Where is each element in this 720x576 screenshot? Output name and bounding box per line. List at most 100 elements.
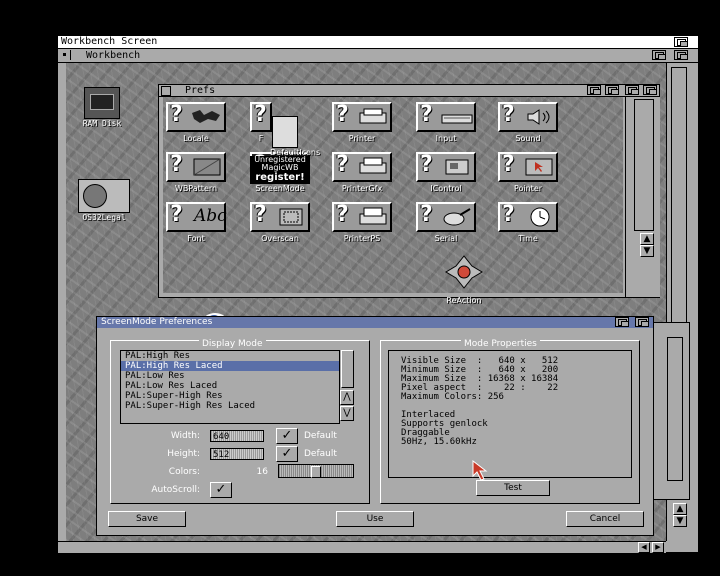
icon-label: IControl <box>430 184 462 193</box>
list-item[interactable]: PAL:Low Res <box>121 371 339 381</box>
workbench-hscroll[interactable]: ◀ ▶ <box>58 541 666 553</box>
list-item[interactable]: PAL:Super-High Res Laced <box>121 401 339 411</box>
screenmode-title-bar[interactable]: ScreenMode Preferences <box>97 317 653 328</box>
icon-label: Pointer <box>513 184 543 193</box>
prefs-icon-font[interactable]: ? Abc Font <box>164 202 228 243</box>
prefs-title: Prefs <box>185 85 216 96</box>
depth-gadget[interactable] <box>635 317 649 327</box>
zoom-gadget[interactable] <box>615 317 629 327</box>
workbench-depth-gadget[interactable] <box>674 50 688 60</box>
prefs-icon-overscan[interactable]: ? Overscan <box>248 202 312 243</box>
window-title: ScreenMode Preferences <box>101 317 213 327</box>
height-field[interactable]: 512 <box>210 448 264 460</box>
mode-properties-box: Visible Size : 640 x 512 Minimum Size : … <box>388 350 632 478</box>
icon-label: PrinterGfx <box>341 184 383 193</box>
icon-label: WBPattern <box>174 184 218 193</box>
icon-label: PrinterPS <box>343 234 381 243</box>
prefs-icon-printer[interactable]: ? Printer <box>330 102 394 143</box>
prefs-icon-pointer[interactable]: ? Pointer <box>496 152 560 193</box>
list-item-selected[interactable]: PAL:High Res Laced <box>121 361 339 371</box>
workbench-title: Workbench <box>86 50 141 61</box>
harddisk-icon[interactable]: OS32Legal <box>76 179 132 222</box>
prop-line: Maximum Colors: 256 <box>401 392 504 402</box>
icon-label: Font <box>187 234 205 243</box>
screen-depth-gadget[interactable] <box>674 37 688 47</box>
scroll-down-arrow[interactable]: ▼ <box>640 245 654 257</box>
autoscroll-label: AutoScroll: <box>151 485 200 495</box>
group-title: Display Mode <box>199 339 266 349</box>
height-default-checkbox[interactable]: ✓ <box>276 446 298 462</box>
prefs-icon-reaction[interactable]: ReAction <box>432 254 496 305</box>
prefs-icon-locale[interactable]: ? Locale <box>164 102 228 143</box>
width-label: Width: <box>170 431 200 441</box>
group-title: Mode Properties <box>461 339 540 349</box>
prefs-icon-sound[interactable]: ? Sound <box>496 102 560 143</box>
overlay-text: register! <box>255 172 305 183</box>
prefs-icon-printerps[interactable]: ? PrinterPS <box>330 202 394 243</box>
icon-label: Input <box>435 134 457 143</box>
background-window-edge <box>652 322 690 500</box>
display-mode-scrollbar[interactable]: ⋀ ⋁ <box>340 350 354 422</box>
screen-title: Workbench Screen <box>61 36 158 47</box>
colors-value: 16 <box>256 467 268 477</box>
list-item[interactable]: PAL:Low Res Laced <box>121 381 339 391</box>
scroll-down-arrow[interactable]: ⋁ <box>340 406 354 421</box>
list-item[interactable]: PAL:High Res <box>121 351 339 361</box>
overlay-text: MagicWB <box>261 163 299 172</box>
use-button[interactable]: Use <box>336 511 414 527</box>
prefs-icon-input[interactable]: ? Input <box>414 102 478 143</box>
scroll-up-arrow[interactable]: ▲ <box>673 503 687 515</box>
prop-line: 50Hz, 15.60kHz <box>401 437 477 447</box>
width-default-checkbox[interactable]: ✓ <box>276 428 298 444</box>
prefs-depth-gadget[interactable] <box>625 85 639 95</box>
cancel-button[interactable]: Cancel <box>566 511 644 527</box>
reaction-icon <box>445 255 483 289</box>
height-default-label: Default <box>304 449 337 459</box>
icon-label: Sound <box>515 134 541 143</box>
slider-knob[interactable] <box>311 466 321 478</box>
prefs-title-bar[interactable]: Prefs <box>159 85 659 97</box>
width-field[interactable]: 640 <box>210 430 264 442</box>
scroll-left-arrow[interactable]: ◀ <box>638 542 650 553</box>
harddisk-label: OS32Legal <box>82 213 126 222</box>
ram-disk-label: RAM Disk <box>82 119 122 128</box>
scroll-down-arrow[interactable]: ▼ <box>673 515 687 527</box>
prefs-vscroll[interactable]: ▲ ▼ <box>625 97 660 297</box>
prefs-icon-serial[interactable]: ? Serial <box>414 202 478 243</box>
icon-label: Locale <box>183 134 209 143</box>
mouse-pointer-icon <box>472 460 488 481</box>
ram-disk-icon[interactable]: RAM Disk <box>80 87 124 128</box>
scroll-right-arrow[interactable]: ▶ <box>652 542 664 553</box>
prefs-drawer-window: Prefs ▲ ▼ <box>158 84 660 298</box>
display-mode-list[interactable]: PAL:High Res PAL:High Res Laced PAL:Low … <box>120 350 340 424</box>
colors-label: Colors: <box>168 467 200 477</box>
scroll-up-arrow[interactable]: ⋀ <box>340 390 354 405</box>
prefs-iconify-gadget[interactable] <box>587 85 601 95</box>
prefs-icon-wbpattern[interactable]: ? WBPattern <box>164 152 228 193</box>
icon-label: Printer <box>348 134 376 143</box>
defaulticons-drawer-icon <box>272 116 298 148</box>
icon-label: Time <box>518 234 538 243</box>
magicwb-register-overlay: DefaultIcons Unregistered MagicWB regist… <box>250 116 320 186</box>
workbench-title-bar[interactable]: Workbench <box>58 49 698 63</box>
height-label: Height: <box>167 449 200 459</box>
prefs-extra-gadget[interactable] <box>643 85 657 95</box>
list-item[interactable]: PAL:Super-High Res <box>121 391 339 401</box>
save-button[interactable]: Save <box>108 511 186 527</box>
prefs-icon-icontrol[interactable]: ? IControl <box>414 152 478 193</box>
close-icon[interactable] <box>60 50 71 60</box>
autoscroll-checkbox[interactable]: ✓ <box>210 482 232 498</box>
scroll-up-arrow[interactable]: ▲ <box>640 233 654 245</box>
test-button[interactable]: Test <box>476 480 550 496</box>
screen-title-bar[interactable]: Workbench Screen <box>58 36 698 49</box>
icon-label: Serial <box>434 234 458 243</box>
icon-label: ReAction <box>446 296 482 305</box>
workbench-zoom-gadget[interactable] <box>652 50 666 60</box>
prefs-icon-time[interactable]: ? Time <box>496 202 560 243</box>
width-default-label: Default <box>304 431 337 441</box>
prefs-zoom-gadget[interactable] <box>605 85 619 95</box>
colors-slider[interactable] <box>278 464 354 478</box>
close-icon[interactable] <box>161 86 171 96</box>
prefs-icon-printergfx[interactable]: ? PrinterGfx <box>330 152 394 193</box>
icon-label: Overscan <box>261 234 299 243</box>
